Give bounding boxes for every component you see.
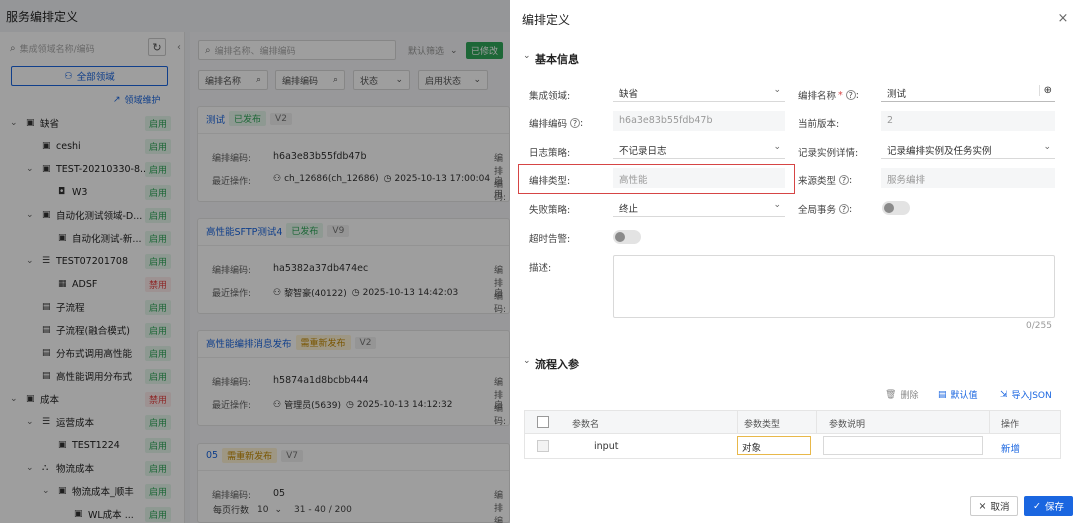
chevron-down-icon: ⌄	[773, 142, 781, 152]
row-param-type[interactable]: 对象	[737, 436, 811, 455]
orchestration-drawer: 编排定义 × ⌄ 基本信息 集成领域: 缺省 ⌄ 编排名称 * ? : 测试 ⊕…	[510, 0, 1080, 523]
help-icon[interactable]: ?	[845, 90, 856, 100]
delete-button[interactable]: 🗑 删除	[885, 388, 918, 402]
globe-icon[interactable]: ⊕	[1038, 85, 1052, 96]
desc-counter: 0/255	[1026, 321, 1052, 331]
type-label: 编排类型:	[529, 176, 571, 187]
name-label: 编排名称 * ? :	[798, 89, 859, 103]
select-all-checkbox[interactable]	[537, 416, 549, 428]
header-op: 操作	[1001, 420, 1020, 430]
version-field: 2	[881, 111, 1055, 131]
import-icon: ⇲	[1000, 389, 1008, 400]
header-param-name: 参数名	[572, 420, 600, 430]
header-param-type: 参数类型	[744, 420, 781, 430]
code-label: 编排编码 ? :	[529, 117, 584, 131]
help-icon[interactable]: ?	[839, 175, 850, 185]
fail-select[interactable]: 终止 ⌄	[613, 197, 785, 217]
type-field: 高性能	[613, 168, 785, 188]
chevron-down-icon[interactable]: ⌄	[523, 356, 531, 366]
drawer-title: 编排定义	[522, 13, 571, 27]
chevron-down-icon: ⌄	[773, 85, 781, 95]
close-icon[interactable]: ×	[1055, 10, 1071, 26]
desc-label: 描述:	[529, 263, 552, 274]
source-label: 来源类型 ? :	[798, 174, 853, 188]
save-button[interactable]: ✓ 保存	[1024, 496, 1073, 516]
import-json-button[interactable]: ⇲ 导入JSON	[1000, 388, 1052, 402]
close-icon: ×	[978, 500, 987, 512]
code-field: h6a3e83b55fdb47b	[613, 111, 785, 131]
row-checkbox[interactable]	[537, 440, 549, 452]
log-label: 日志策略:	[529, 148, 571, 159]
help-icon[interactable]: ?	[570, 118, 581, 128]
params-table: 参数名 参数类型 参数说明 操作 input 对象 新增	[524, 410, 1061, 459]
version-label: 当前版本:	[798, 119, 840, 130]
timeout-toggle[interactable]	[613, 230, 641, 244]
header-param-desc: 参数说明	[829, 420, 866, 430]
domain-label: 集成领域:	[529, 91, 571, 102]
document-icon: ▤	[938, 389, 947, 400]
params-title: 流程入参	[535, 358, 579, 371]
help-icon[interactable]: ?	[839, 204, 850, 214]
cancel-button[interactable]: × 取消	[970, 496, 1018, 516]
record-select[interactable]: 记录编排实例及任务实例 ⌄	[881, 139, 1055, 159]
global-tx-toggle[interactable]	[882, 201, 910, 215]
default-value-button[interactable]: ▤ 默认值	[938, 388, 978, 402]
source-field: 服务编排	[881, 168, 1055, 188]
check-icon: ✓	[1033, 500, 1041, 512]
record-label: 记录实例详情:	[798, 148, 859, 159]
chevron-down-icon: ⌄	[1043, 142, 1051, 152]
log-select[interactable]: 不记录日志 ⌄	[613, 139, 785, 159]
chevron-down-icon: ⌄	[773, 200, 781, 210]
trash-icon: 🗑	[885, 389, 897, 400]
timeout-label: 超时告警:	[529, 234, 571, 245]
domain-select[interactable]: 缺省 ⌄	[613, 82, 785, 102]
basic-info-title: 基本信息	[535, 53, 579, 66]
row-add-link[interactable]: 新增	[1001, 441, 1020, 455]
table-row: input 对象 新增	[525, 434, 1060, 458]
fail-label: 失败策略:	[529, 205, 571, 216]
chevron-down-icon[interactable]: ⌄	[523, 51, 531, 61]
desc-textarea[interactable]	[613, 255, 1055, 318]
modal-overlay[interactable]	[0, 0, 510, 523]
row-param-desc-input[interactable]	[823, 436, 983, 455]
row-param-name: input	[594, 441, 619, 452]
name-input[interactable]: 测试 ⊕	[881, 82, 1055, 102]
global-tx-label: 全局事务 ? :	[798, 203, 853, 217]
table-header: 参数名 参数类型 参数说明 操作	[525, 411, 1060, 434]
